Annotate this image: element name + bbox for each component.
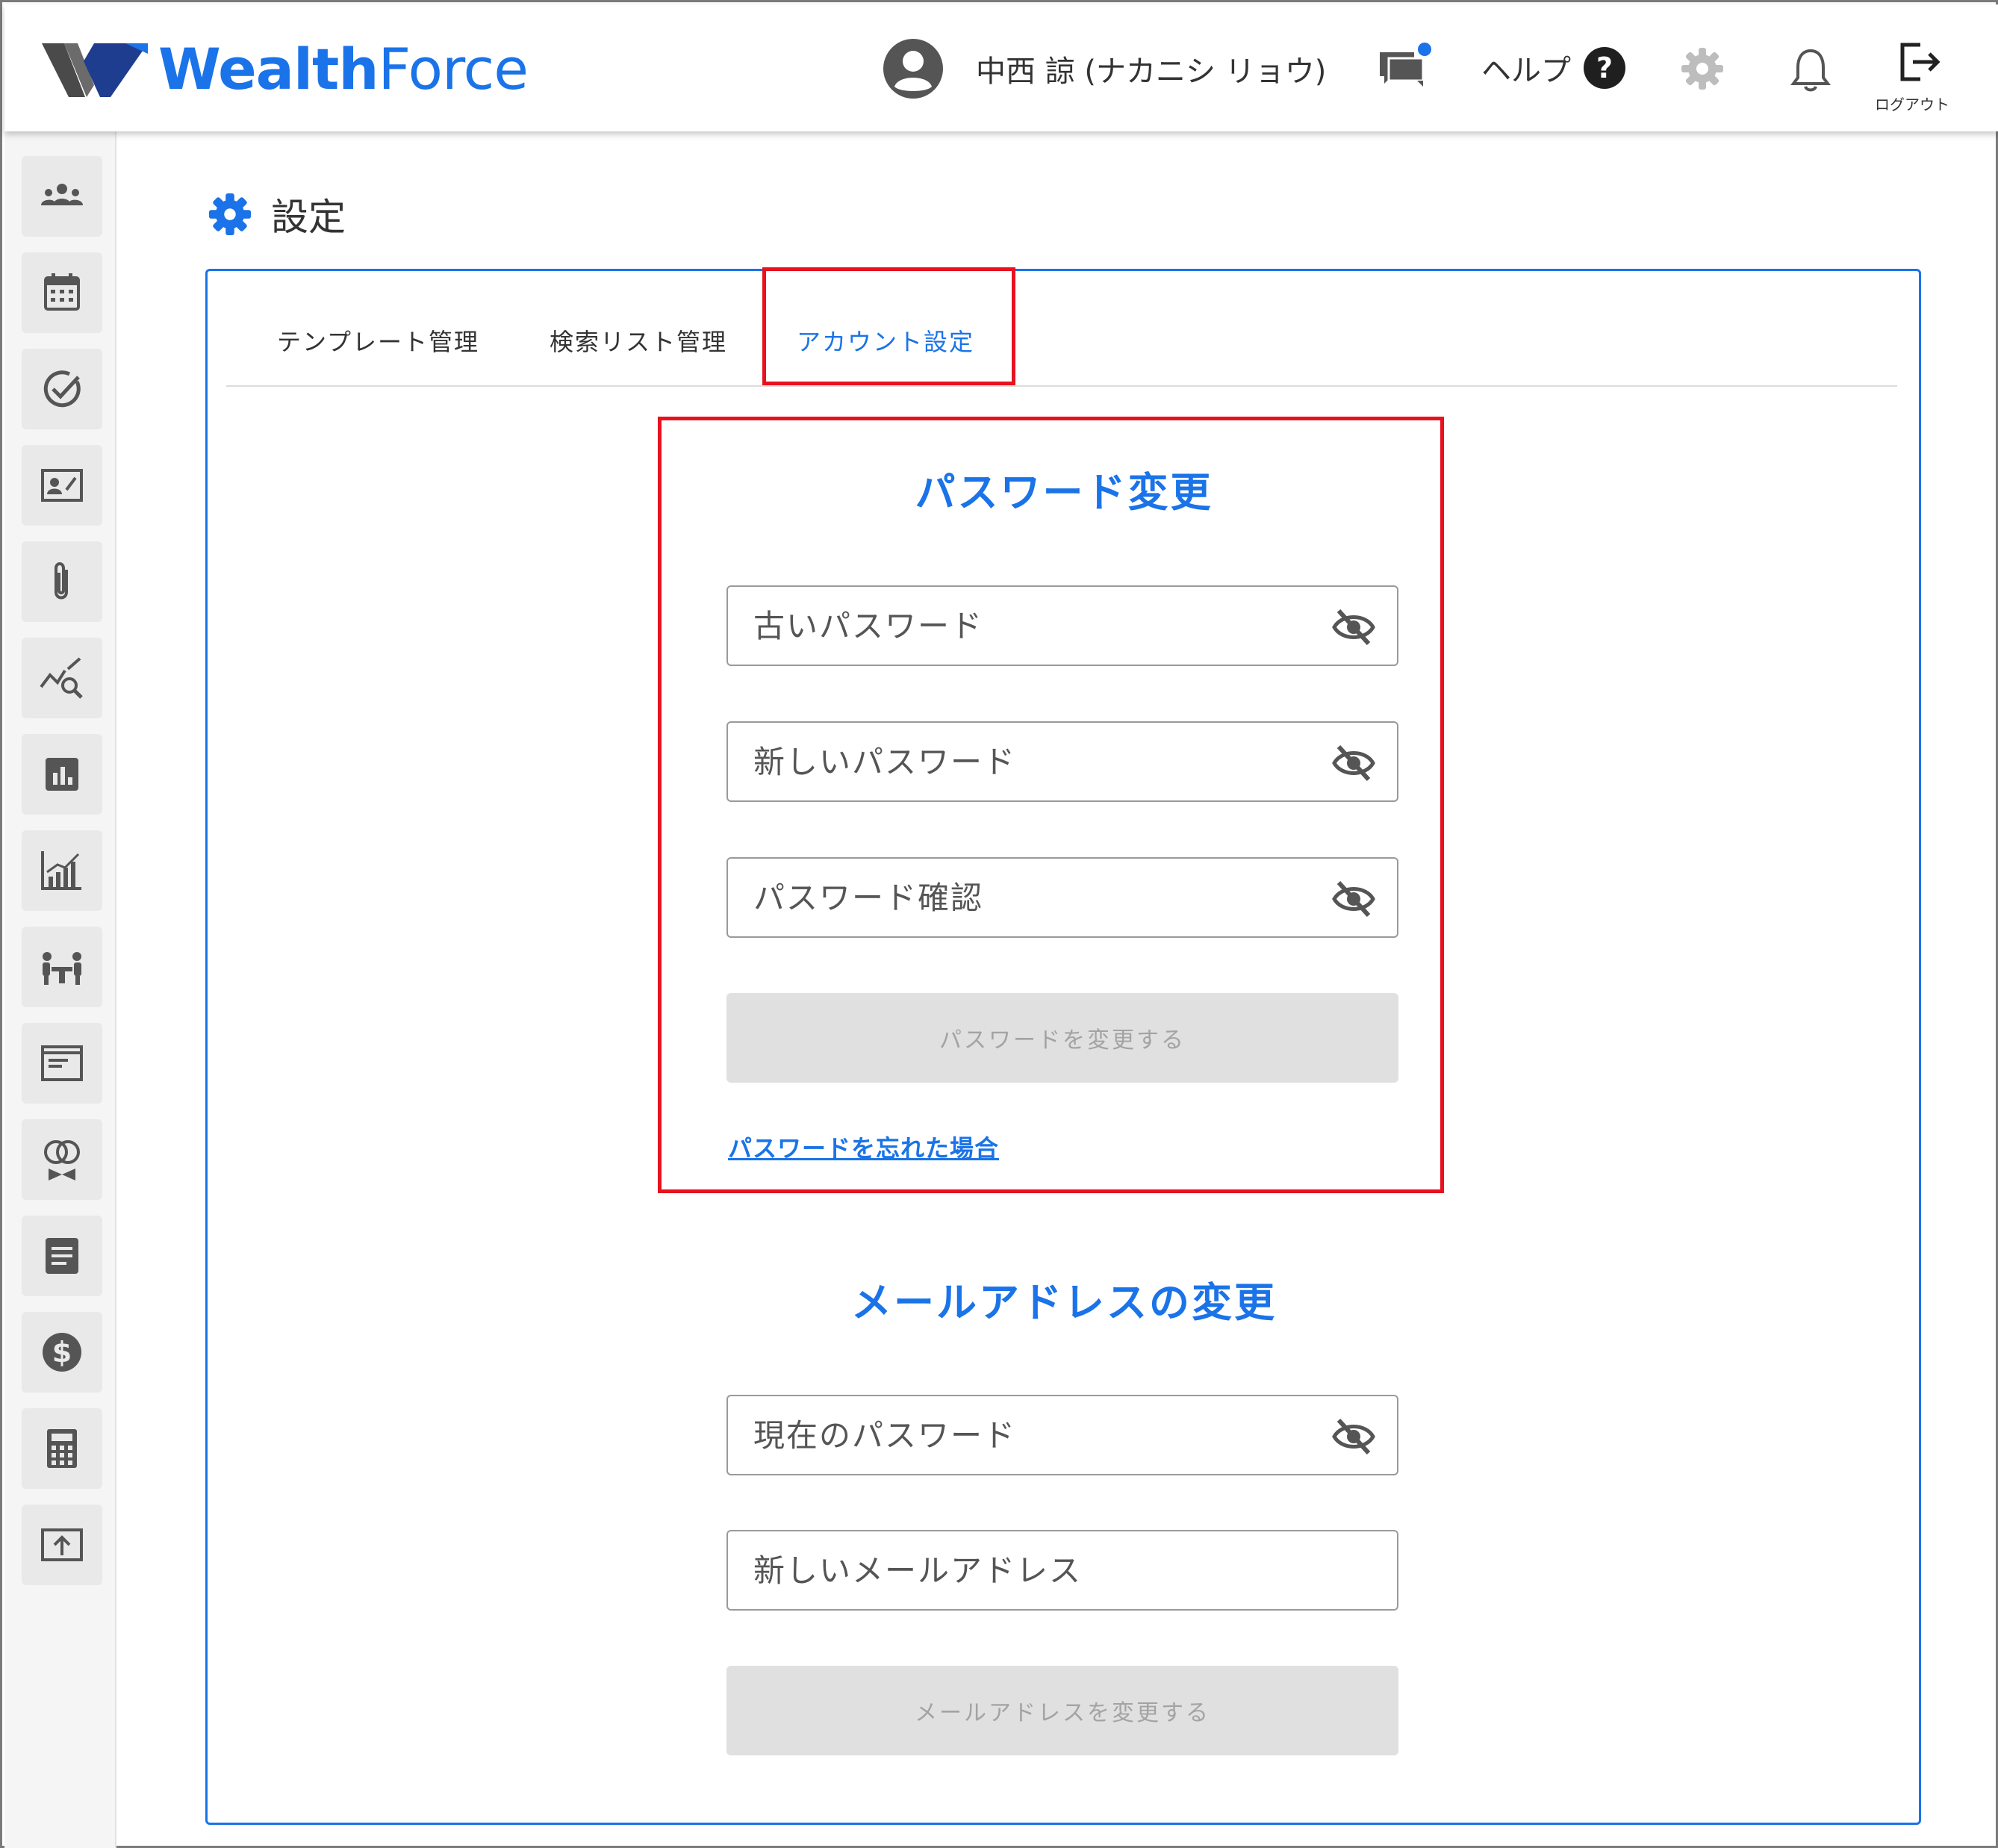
old-password-field[interactable] xyxy=(726,585,1398,666)
sidebar-item-performance[interactable] xyxy=(22,830,102,911)
sidebar-item-attachments[interactable] xyxy=(22,541,102,622)
confirm-password-field[interactable] xyxy=(726,857,1398,938)
growth-chart-icon xyxy=(41,851,81,890)
app-frame: WealthForce 中西 諒 (ナカニシ リョウ) ヘルプ ? ログアウト … xyxy=(0,0,1998,1848)
svg-text:?: ? xyxy=(1596,52,1613,84)
settings-gear-icon xyxy=(208,193,252,236)
sidebar-item-calendar[interactable] xyxy=(22,252,102,333)
tab-search-list-management[interactable]: 検索リスト管理 xyxy=(550,323,727,358)
svg-text:$: $ xyxy=(52,1336,72,1369)
sidebar-item-import[interactable] xyxy=(22,1505,102,1585)
logout-label: ログアウト xyxy=(1875,96,1949,113)
top-header: WealthForce 中西 諒 (ナカニシ リョウ) ヘルプ ? ログアウト xyxy=(4,4,1998,131)
people-icon xyxy=(41,184,83,205)
sidebar-item-tasks[interactable] xyxy=(22,349,102,429)
chart-search-icon xyxy=(40,657,83,699)
new-password-field[interactable] xyxy=(726,721,1398,802)
user-menu[interactable]: 中西 諒 (ナカニシ リョウ) xyxy=(882,37,1326,100)
note-icon xyxy=(46,1238,78,1274)
chat-icon[interactable] xyxy=(1378,42,1434,90)
brand-name: WealthForce xyxy=(158,36,529,102)
bar-chart-box-icon xyxy=(46,758,78,791)
rings-icon xyxy=(44,1140,80,1180)
dollar-icon: $ xyxy=(43,1333,81,1372)
sidebar-item-reports[interactable] xyxy=(22,734,102,815)
forgot-password-link[interactable]: パスワードを忘れた場合 xyxy=(728,1130,999,1164)
sidebar: $ xyxy=(4,131,116,1848)
change-password-button[interactable]: パスワードを変更する xyxy=(726,993,1398,1083)
tab-highlight-box xyxy=(762,267,1015,385)
upload-icon xyxy=(41,1528,83,1561)
document-box-icon xyxy=(41,1045,83,1081)
user-name: 中西 諒 (ナカニシ リョウ) xyxy=(976,55,1327,89)
current-password-field[interactable] xyxy=(726,1395,1398,1475)
sidebar-item-customers[interactable] xyxy=(22,156,102,237)
sidebar-item-finance[interactable]: $ xyxy=(22,1312,102,1393)
new-password-input[interactable] xyxy=(753,743,1321,780)
calendar-icon xyxy=(44,273,80,311)
current-password-input[interactable] xyxy=(753,1416,1321,1454)
check-circle-icon xyxy=(43,370,81,408)
sidebar-item-calculator[interactable] xyxy=(22,1408,102,1489)
sidebar-item-analysis[interactable] xyxy=(22,638,102,718)
eye-off-icon[interactable] xyxy=(1331,742,1376,784)
new-email-field[interactable] xyxy=(726,1530,1398,1611)
eye-off-icon[interactable] xyxy=(1331,878,1376,920)
new-email-input[interactable] xyxy=(753,1552,1321,1589)
bell-icon[interactable] xyxy=(1789,46,1832,93)
help-icon: ? xyxy=(1584,47,1625,89)
password-section-title: パスワード変更 xyxy=(915,469,1213,516)
logout-icon xyxy=(1900,43,1941,81)
sidebar-item-notes[interactable] xyxy=(22,1216,102,1296)
user-avatar-icon xyxy=(883,39,943,99)
contact-card-icon xyxy=(41,469,83,502)
calculator-icon xyxy=(47,1429,77,1468)
old-password-input[interactable] xyxy=(753,607,1321,644)
gear-icon[interactable] xyxy=(1680,46,1725,91)
change-email-button[interactable]: メールアドレスを変更する xyxy=(726,1666,1398,1755)
confirm-password-input[interactable] xyxy=(753,879,1321,916)
sidebar-item-meetings[interactable] xyxy=(22,927,102,1007)
tab-template-management[interactable]: テンプレート管理 xyxy=(277,323,479,358)
email-section-title: メールアドレスの変更 xyxy=(851,1279,1277,1326)
paperclip-icon xyxy=(55,562,68,600)
eye-off-icon[interactable] xyxy=(1331,606,1376,648)
brand-logo[interactable]: WealthForce xyxy=(42,36,529,102)
help-label: ヘルプ xyxy=(1481,54,1571,88)
settings-tabs: テンプレート管理 検索リスト管理 アカウント設定 xyxy=(226,301,1897,387)
brand-mark-icon xyxy=(42,43,148,97)
sidebar-item-family[interactable] xyxy=(22,1119,102,1200)
meeting-icon xyxy=(43,952,81,985)
eye-off-icon[interactable] xyxy=(1331,1416,1376,1457)
page-title-text: 設定 xyxy=(271,196,346,239)
page-title: 設定 xyxy=(208,187,346,241)
sidebar-item-documents[interactable] xyxy=(22,1023,102,1104)
sidebar-item-contacts[interactable] xyxy=(22,445,102,526)
help-menu[interactable]: ヘルプ ? xyxy=(1481,46,1626,90)
